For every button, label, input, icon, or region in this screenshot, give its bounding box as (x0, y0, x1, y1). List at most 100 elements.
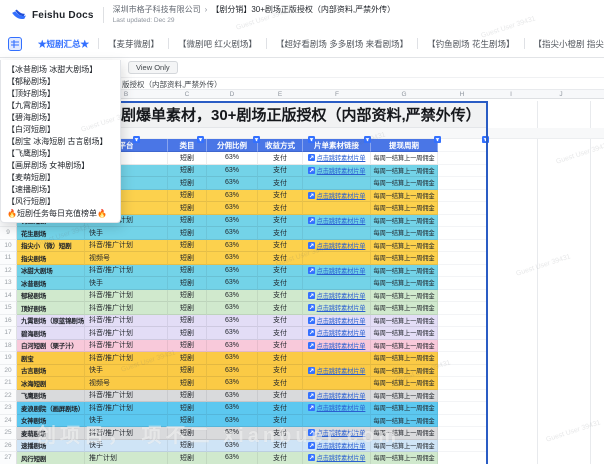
cell-commission-rate[interactable]: 63% (207, 390, 258, 403)
cell-material-link[interactable]: 点击跳转素材片单 (303, 302, 371, 315)
cell-payout-method[interactable]: 支付 (258, 252, 303, 265)
row-number[interactable]: 15 (0, 302, 17, 315)
row-number[interactable]: 13 (0, 277, 17, 290)
cell-withdraw-cycle[interactable]: 每周一结算上一周佣金 (371, 427, 438, 440)
cell-withdraw-cycle[interactable]: 每周一结算上一周佣金 (371, 315, 438, 328)
tab-sheet-4[interactable]: 【钓鱼剧场 花生剧场】 (418, 31, 523, 57)
filter-icon[interactable] (364, 130, 371, 137)
cell-category[interactable]: 短剧 (168, 315, 207, 328)
cell-category[interactable]: 短剧 (168, 402, 207, 415)
cell-category[interactable]: 短剧 (168, 390, 207, 403)
empty-cell[interactable] (438, 215, 487, 228)
cell-category[interactable]: 短剧 (168, 215, 207, 228)
cell-payout-method[interactable]: 支付 (258, 340, 303, 353)
cell-commission-rate[interactable]: 63% (207, 352, 258, 365)
column-letter-E[interactable]: E (278, 90, 282, 99)
cell-platform[interactable]: 抖音/推广计划 (85, 427, 168, 440)
tab-sheet-1[interactable]: 【麦芽微剧】 (99, 31, 168, 57)
cell-theater-name[interactable]: 白河短剧（栗子汁） (17, 340, 85, 353)
cell-theater-name[interactable]: 顶好剧场 (17, 302, 85, 315)
empty-cell[interactable] (438, 190, 487, 203)
cell-theater-name[interactable]: 麦浪剧院（画屏剧场） (17, 402, 85, 415)
column-letter-C[interactable]: C (185, 90, 190, 99)
column-letter-B[interactable]: B (124, 90, 128, 99)
empty-cell[interactable] (438, 202, 487, 215)
cell-theater-name[interactable]: 碧海剧场 (17, 327, 85, 340)
cell-commission-rate[interactable]: 63% (207, 440, 258, 453)
empty-cell[interactable] (438, 290, 487, 303)
cell-category[interactable]: 短剧 (168, 302, 207, 315)
cell-payout-method[interactable]: 支付 (258, 265, 303, 278)
empty-cell[interactable] (438, 452, 487, 464)
cell-withdraw-cycle[interactable]: 每周一结算上一周佣金 (371, 177, 438, 190)
dropdown-item-8[interactable]: 【画屏剧场 女神剧场】 (1, 159, 120, 171)
cell-commission-rate[interactable]: 63% (207, 327, 258, 340)
material-link[interactable]: 点击跳转素材片单 (308, 291, 366, 300)
cell-payout-method[interactable]: 支付 (258, 365, 303, 378)
cell-platform[interactable]: 推广计划 (85, 452, 168, 464)
column-letter-H[interactable]: H (460, 90, 465, 99)
cell-commission-rate[interactable]: 63% (207, 152, 258, 165)
feishu-logo-icon[interactable] (10, 7, 27, 24)
cell-payout-method[interactable]: 支付 (258, 227, 303, 240)
cell-platform[interactable]: 快手 (85, 415, 168, 428)
row-number[interactable]: 21 (0, 377, 17, 390)
material-link[interactable]: 点击跳转素材片单 (308, 328, 366, 337)
cell-material-link[interactable] (303, 352, 371, 365)
dropdown-item-0[interactable]: 【冰昔剧场 冰甜大剧场】 (1, 63, 120, 75)
cell-withdraw-cycle[interactable]: 每周一结算上一周佣金 (371, 152, 438, 165)
cell-commission-rate[interactable]: 63% (207, 202, 258, 215)
cell-theater-name[interactable]: 花生剧场 (17, 227, 85, 240)
dropdown-item-12[interactable]: 🔥短剧任务每日充值榜单🔥 (1, 207, 120, 219)
filter-icon[interactable] (197, 130, 204, 137)
cell-theater-name[interactable]: 速播剧场 (17, 440, 85, 453)
cell-platform[interactable]: 抖音/推广计划 (85, 390, 168, 403)
cell-category[interactable]: 短剧 (168, 377, 207, 390)
cell-commission-rate[interactable]: 63% (207, 415, 258, 428)
cell-theater-name[interactable]: 冰昔剧场 (17, 277, 85, 290)
cell-payout-method[interactable]: 支付 (258, 277, 303, 290)
cell-commission-rate[interactable]: 63% (207, 277, 258, 290)
cell-material-link[interactable] (303, 177, 371, 190)
column-header-7[interactable]: 提现周期 (371, 139, 438, 152)
row-number[interactable]: 14 (0, 290, 17, 303)
cell-theater-name[interactable]: 古言剧场 (17, 365, 85, 378)
cell-material-link[interactable]: 点击跳转素材片单 (303, 240, 371, 253)
cell-category[interactable]: 短剧 (168, 452, 207, 464)
cell-payout-method[interactable]: 支付 (258, 152, 303, 165)
cell-payout-method[interactable]: 支付 (258, 165, 303, 178)
cell-theater-name[interactable]: 指尖剧场 (17, 252, 85, 265)
cell-platform[interactable]: 抖音/推广计划 (85, 290, 168, 303)
cell-category[interactable]: 短剧 (168, 152, 207, 165)
cell-category[interactable]: 短剧 (168, 340, 207, 353)
cell-platform[interactable]: 抖音/推广计划 (85, 352, 168, 365)
column-letter-G[interactable]: G (401, 90, 406, 99)
empty-cell[interactable] (438, 252, 487, 265)
empty-cell[interactable] (438, 177, 487, 190)
cell-payout-method[interactable]: 支付 (258, 215, 303, 228)
cell-theater-name[interactable]: 女神剧场 (17, 415, 85, 428)
material-link[interactable]: 点击跳转素材片单 (308, 391, 366, 400)
empty-cell[interactable] (438, 315, 487, 328)
cell-material-link[interactable]: 点击跳转素材片单 (303, 365, 371, 378)
filter-icon[interactable] (133, 130, 140, 137)
cell-platform[interactable]: 视频号 (85, 252, 168, 265)
row-number[interactable]: 26 (0, 440, 17, 453)
material-link[interactable]: 点击跳转素材片单 (308, 341, 366, 350)
material-link[interactable]: 点击跳转素材片单 (308, 191, 366, 200)
cell-commission-rate[interactable]: 63% (207, 227, 258, 240)
cell-material-link[interactable] (303, 252, 371, 265)
cell-payout-method[interactable]: 支付 (258, 402, 303, 415)
cell-category[interactable]: 短剧 (168, 177, 207, 190)
cell-material-link[interactable]: 点击跳转素材片单 (303, 265, 371, 278)
filter-icon[interactable] (434, 130, 441, 137)
material-link[interactable]: 点击跳转素材片单 (308, 303, 366, 312)
cell-withdraw-cycle[interactable]: 每周一结算上一周佣金 (371, 277, 438, 290)
cell-platform[interactable]: 抖音/推广计划 (85, 302, 168, 315)
column-letter-I[interactable]: I (510, 90, 512, 99)
cell-payout-method[interactable]: 支付 (258, 240, 303, 253)
empty-cell[interactable] (438, 327, 487, 340)
column-letter-J[interactable]: J (559, 90, 562, 99)
empty-cell[interactable] (438, 340, 487, 353)
material-link[interactable]: 点击跳转素材片单 (308, 216, 366, 225)
